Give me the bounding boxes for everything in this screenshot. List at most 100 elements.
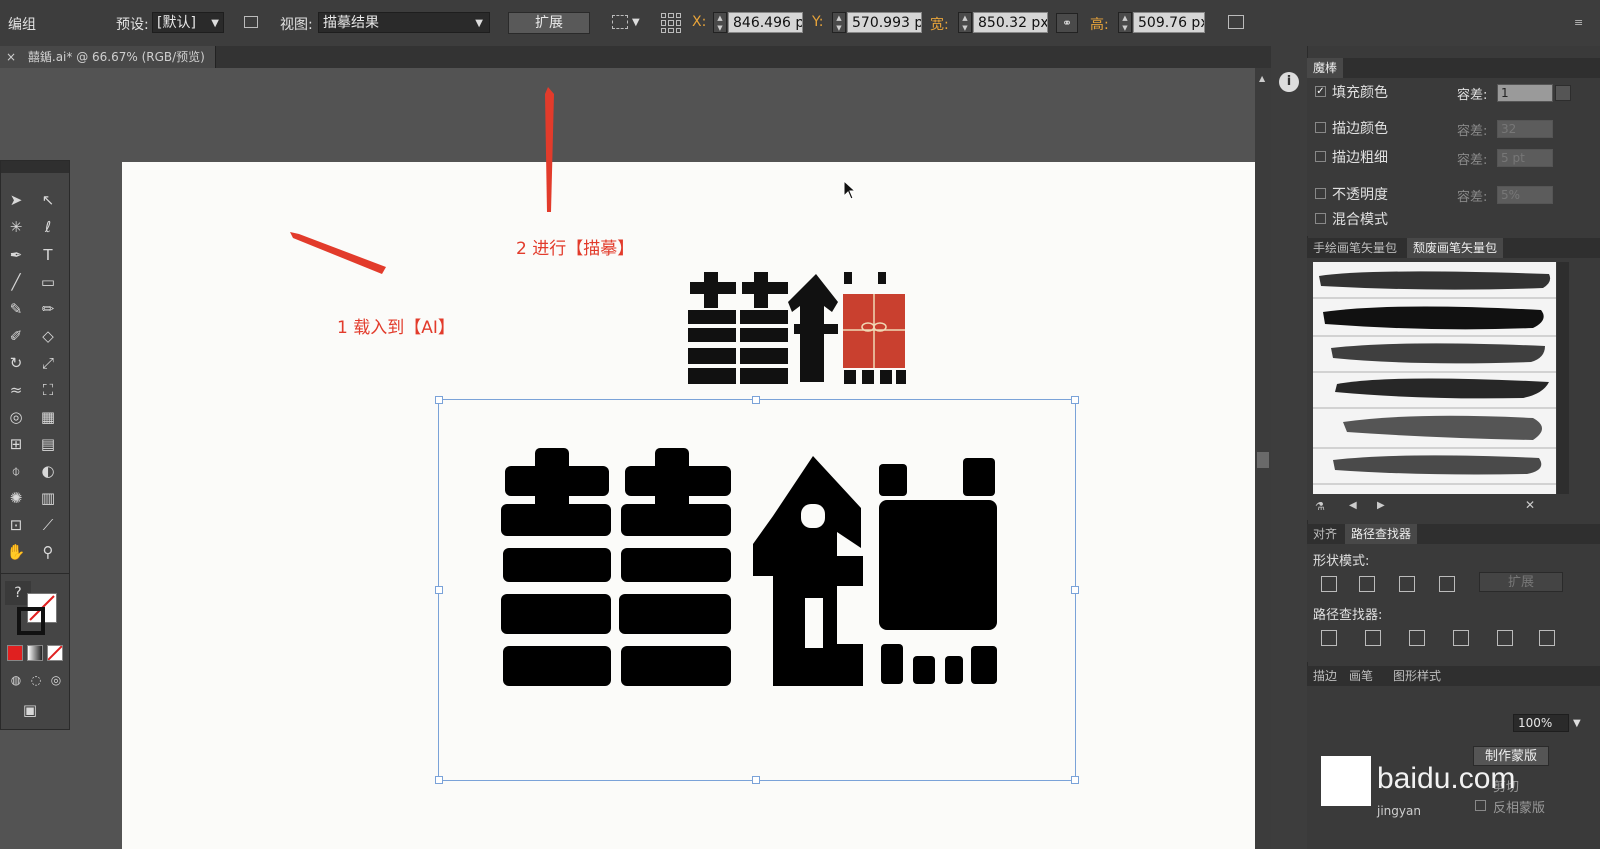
merge-icon[interactable] <box>1409 630 1425 646</box>
hand-tool-icon[interactable]: ✋ <box>5 541 27 563</box>
pathfinder-expand-button[interactable]: 扩展 <box>1479 572 1563 592</box>
free-transform-tool-icon[interactable]: ⛶ <box>37 379 59 401</box>
line-tool-icon[interactable]: ╱ <box>5 271 27 293</box>
selection-handle[interactable] <box>435 776 443 784</box>
opacity-input[interactable]: 100% <box>1513 714 1569 732</box>
color-mode-icon[interactable] <box>7 645 23 661</box>
fill-tolerance-input[interactable]: 1 <box>1497 84 1553 102</box>
lasso-tool-icon[interactable]: ℓ <box>37 216 59 238</box>
artboard-tool-icon[interactable]: ⊡ <box>5 514 27 536</box>
graph-tool-icon[interactable]: ▥ <box>37 487 59 509</box>
fill-tolerance-arrow[interactable] <box>1555 85 1571 101</box>
selection-handle[interactable] <box>1071 776 1079 784</box>
tab-align[interactable]: 对齐 <box>1307 524 1343 544</box>
none-mode-icon[interactable] <box>47 645 63 661</box>
stroke-tolerance-input[interactable]: 32 <box>1497 120 1553 138</box>
selection-handle[interactable] <box>1071 586 1079 594</box>
intersect-icon[interactable] <box>1399 576 1415 592</box>
original-image[interactable] <box>688 272 913 392</box>
mesh-tool-icon[interactable]: ⊞ <box>5 433 27 455</box>
remove-brush-icon[interactable]: ✕ <box>1525 498 1535 512</box>
fill-color-checkbox[interactable]: ✓ <box>1315 86 1326 97</box>
type-tool-icon[interactable]: T <box>37 244 59 266</box>
magic-wand-panel-title[interactable]: 魔棒 <box>1307 58 1344 78</box>
stroke-weight-checkbox[interactable] <box>1315 151 1326 162</box>
tab-brushes[interactable]: 画笔 <box>1343 666 1379 686</box>
width-tool-icon[interactable]: ≈ <box>5 379 27 401</box>
brush-library-tabbar: 手绘画笔矢量包 颓废画笔矢量包 <box>1307 238 1600 258</box>
draw-inside-icon[interactable]: ◎ <box>45 669 67 691</box>
scrollbar-thumb[interactable] <box>1257 452 1269 468</box>
divide-icon[interactable] <box>1321 630 1337 646</box>
selection-tool-icon[interactable]: ➤ <box>5 189 27 211</box>
tab-grunge-brushes[interactable]: 颓废画笔矢量包 <box>1407 238 1504 258</box>
pathfinder-tabbar: 对齐 路径查找器 <box>1307 524 1600 544</box>
checkmark-icon: ✓ <box>1315 86 1326 97</box>
tab-hand-drawn-brushes[interactable]: 手绘画笔矢量包 <box>1307 238 1403 258</box>
scale-tool-icon[interactable]: ⤢ <box>37 352 59 374</box>
rectangle-tool-icon[interactable]: ▭ <box>37 271 59 293</box>
traced-logo-art <box>501 448 997 686</box>
panel-menu-icon[interactable]: ≡ <box>1574 16 1590 29</box>
eraser-tool-icon[interactable]: ◇ <box>37 325 59 347</box>
invert-mask-checkbox[interactable] <box>1475 800 1486 811</box>
stroke-weight-label: 描边粗细 <box>1332 150 1388 166</box>
right-panel-dock: i 魔棒 ✓ 填充颜色 容差: 1 描边颜色 容差: 32 描边粗细 容差: 5… <box>1271 46 1600 849</box>
brush-library-menu-icon[interactable]: ⚗ <box>1315 500 1325 513</box>
trim-icon[interactable] <box>1365 630 1381 646</box>
paintbrush-tool-icon[interactable]: ✎ <box>5 298 27 320</box>
tab-graphic-styles[interactable]: 图形样式 <box>1387 666 1447 686</box>
brush-list-scrollbar[interactable] <box>1557 262 1569 494</box>
eyedropper-tool-icon[interactable]: ⌽ <box>5 460 27 482</box>
vertical-scrollbar[interactable]: ▲ <box>1255 68 1271 849</box>
outline-icon[interactable] <box>1497 630 1513 646</box>
zoom-tool-icon[interactable]: ⚲ <box>37 541 59 563</box>
screen-mode-icon[interactable]: ▣ <box>19 699 41 721</box>
unite-icon[interactable] <box>1321 576 1337 592</box>
selection-handle[interactable] <box>435 586 443 594</box>
perspective-grid-tool-icon[interactable]: ▦ <box>37 406 59 428</box>
gradient-mode-icon[interactable] <box>27 645 43 661</box>
magic-wand-tool-icon[interactable]: ✳ <box>5 216 27 238</box>
blob-brush-tool-icon[interactable]: ✐ <box>5 325 27 347</box>
stroke-swatch[interactable] <box>17 607 45 635</box>
shape-builder-tool-icon[interactable]: ◎ <box>5 406 27 428</box>
selection-handle[interactable] <box>752 396 760 404</box>
symbol-sprayer-tool-icon[interactable]: ✺ <box>5 487 27 509</box>
exclude-icon[interactable] <box>1439 576 1455 592</box>
stroke-color-label: 描边颜色 <box>1332 121 1388 137</box>
gradient-tool-icon[interactable]: ▤ <box>37 433 59 455</box>
info-icon[interactable]: i <box>1279 72 1299 92</box>
tracing-result-selection[interactable] <box>435 396 1079 784</box>
slice-tool-icon[interactable]: ⟋ <box>37 514 59 536</box>
selection-handle[interactable] <box>435 396 443 404</box>
brush-list[interactable] <box>1313 262 1556 494</box>
pencil-tool-icon[interactable]: ✏ <box>37 298 59 320</box>
tools-panel-header[interactable] <box>1 161 69 173</box>
pen-tool-icon[interactable]: ✒ <box>5 244 27 266</box>
selection-handle[interactable] <box>752 776 760 784</box>
next-library-icon[interactable]: ▶ <box>1377 500 1385 511</box>
direct-selection-tool-icon[interactable]: ↖ <box>37 189 59 211</box>
scroll-up-arrow-icon[interactable]: ▲ <box>1259 74 1265 83</box>
selection-handle[interactable] <box>1071 396 1079 404</box>
tab-pathfinder[interactable]: 路径查找器 <box>1345 524 1418 544</box>
blend-tool-icon[interactable]: ◐ <box>37 460 59 482</box>
brush-strokes-preview <box>1313 271 1556 485</box>
weight-tolerance-input[interactable]: 5 pt <box>1497 149 1553 167</box>
crop-icon[interactable] <box>1453 630 1469 646</box>
draw-normal-icon[interactable]: ◍ <box>5 669 27 691</box>
minus-front-icon[interactable] <box>1359 576 1375 592</box>
minus-back-icon[interactable] <box>1539 630 1555 646</box>
stroke-color-checkbox[interactable] <box>1315 122 1326 133</box>
blend-mode-checkbox[interactable] <box>1315 213 1326 224</box>
draw-behind-icon[interactable]: ◌ <box>25 669 47 691</box>
magic-wand-tabbar: 魔棒 <box>1307 58 1600 78</box>
opacity-checkbox[interactable] <box>1315 188 1326 199</box>
tab-stroke[interactable]: 描边 <box>1307 666 1343 686</box>
opacity-tolerance-input[interactable]: 5% <box>1497 186 1553 204</box>
chevron-down-icon[interactable]: ▼ <box>1573 718 1581 729</box>
rotate-tool-icon[interactable]: ↻ <box>5 352 27 374</box>
stroke-tolerance-label: 容差: <box>1457 124 1488 139</box>
previous-library-icon[interactable]: ◀ <box>1349 500 1357 511</box>
